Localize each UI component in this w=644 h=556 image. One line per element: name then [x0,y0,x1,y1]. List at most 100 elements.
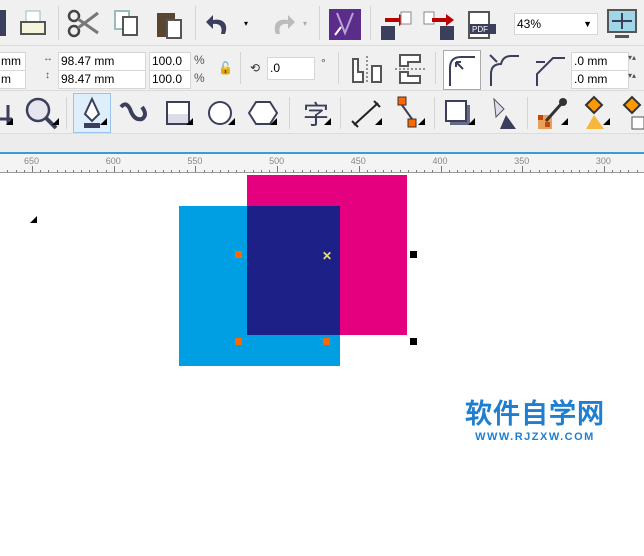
horizontal-ruler[interactable]: 650 600 550 500 450 400 350 300 [0,154,644,173]
pen-tool-icon[interactable] [73,93,111,133]
ruler-tick-mark [40,170,42,172]
mirror-vertical-icon[interactable] [394,52,426,86]
zoom-level-dropdown[interactable]: 43% ▼ [514,13,598,35]
ruler-tick-mark [81,170,83,172]
ruler-tick-label: 350 [514,156,530,166]
ruler-tick-mark [628,170,630,172]
node-handle[interactable] [235,338,242,345]
ruler-tick-mark [179,170,181,172]
x-position-field[interactable]: mm [0,52,26,71]
color-eyedropper-icon[interactable] [536,95,570,131]
ruler-tick-mark [399,170,401,172]
undo-icon[interactable] [205,12,233,36]
ruler-tick-mark [48,170,50,172]
connector-tool-icon[interactable] [394,95,422,131]
zoom-tool-icon[interactable] [24,97,60,131]
ruler-tick-mark [187,170,189,172]
ruler-tick-mark [505,170,507,172]
smart-fill-icon[interactable] [620,95,644,131]
ruler-tick-mark [252,170,254,172]
scale-y-field[interactable]: 100.0 [149,70,191,89]
ruler-tick-mark [236,170,238,172]
transparency-tool-icon[interactable] [486,95,520,131]
mirror-horizontal-icon[interactable] [350,54,384,84]
object-width-field[interactable]: 98.47 mm [58,52,146,71]
ruler-tick-label: 450 [350,156,366,166]
ruler-tick-mark [301,170,303,172]
lock-ratio-icon[interactable]: 🔓 [218,61,233,75]
rotation-angle-field[interactable]: .0 [267,57,315,80]
ruler-tick-mark [277,166,279,172]
ruler-tick-mark [89,170,91,172]
redo-dropdown-icon[interactable]: ▾ [300,18,310,28]
spinner-icon[interactable]: ▾▴ [628,71,636,80]
ruler-tick-mark [587,170,589,172]
ruler-tick-mark [105,170,107,172]
node-handle[interactable] [323,338,330,345]
ruler-tick-mark [244,170,246,172]
corel-connect-icon[interactable] [329,9,361,40]
ruler-tick-mark [317,170,319,172]
ruler-tick-mark [358,166,360,172]
ruler-tick-mark [407,170,409,172]
ruler-tick-mark [228,170,230,172]
watermark-title: 软件自学网 [465,399,605,430]
chamfered-corner-button[interactable] [533,52,567,86]
copy-icon[interactable] [112,8,142,38]
ruler-tick-mark [23,170,25,172]
ruler-tick-mark [571,170,573,172]
spinner-icon[interactable]: ▾▴ [628,53,636,62]
ruler-tick-mark [473,170,475,172]
ruler-tick-mark [391,170,393,172]
undo-dropdown-icon[interactable]: ▾ [241,18,251,28]
ruler-tick-mark [383,170,385,172]
save-icon[interactable] [0,10,6,36]
ruler-tick-mark [366,170,368,172]
ruler-tick-mark [113,166,115,172]
ruler-tick-mark [7,170,9,172]
import-icon[interactable] [379,10,413,40]
ruler-tick-label: 650 [24,156,40,166]
print-icon[interactable] [18,8,48,38]
percent-label: % [194,53,205,67]
y-position-field[interactable]: m [0,70,26,89]
paste-icon[interactable] [154,8,184,40]
scalloped-corner-button[interactable] [487,52,521,86]
publish-pdf-icon[interactable]: PDF [466,10,498,40]
ruler-tick-mark [448,170,450,172]
ruler-tick-mark [522,166,524,172]
ruler-tick-mark [170,170,172,172]
redo-icon[interactable] [268,12,296,36]
ruler-tick-mark [326,170,328,172]
node-handle[interactable] [235,251,242,258]
selection-handle[interactable] [410,338,417,345]
ruler-tick-mark [32,166,33,172]
corner-radius-1-field[interactable]: .0 mm [571,52,629,71]
ruler-tick-mark [72,170,74,172]
ruler-tick-mark [154,170,156,172]
ruler-tick-mark [489,170,491,172]
selection-handle[interactable] [410,251,417,258]
height-icon: ↕ [45,70,50,81]
drawing-canvas[interactable]: ✕ 软件自学网 WWW.RJZXW.COM [0,173,644,556]
ruler-tick-mark [285,170,287,172]
round-corner-button[interactable] [443,50,481,90]
corner-radius-2-field[interactable]: .0 mm [571,70,629,89]
ruler-tick-mark [636,170,638,172]
ruler-tick-label: 550 [187,156,203,166]
object-height-field[interactable]: 98.47 mm [58,70,146,89]
scale-x-field[interactable]: 100.0 [149,52,191,71]
export-icon[interactable] [422,10,456,40]
ruler-tick-label: 300 [595,156,611,166]
width-icon: ↔ [43,53,53,64]
ruler-tick-mark [121,170,123,172]
ruler-tick-mark [162,170,164,172]
overlap-intersection-shape[interactable] [247,206,340,335]
ruler-tick-mark [465,170,466,172]
ruler-tick-mark [579,170,581,172]
full-screen-preview-icon[interactable] [606,8,638,40]
ruler-tick-mark [138,170,140,172]
interactive-fill-icon[interactable] [582,95,612,131]
artistic-media-icon[interactable] [118,99,150,127]
cut-icon[interactable] [66,8,100,38]
